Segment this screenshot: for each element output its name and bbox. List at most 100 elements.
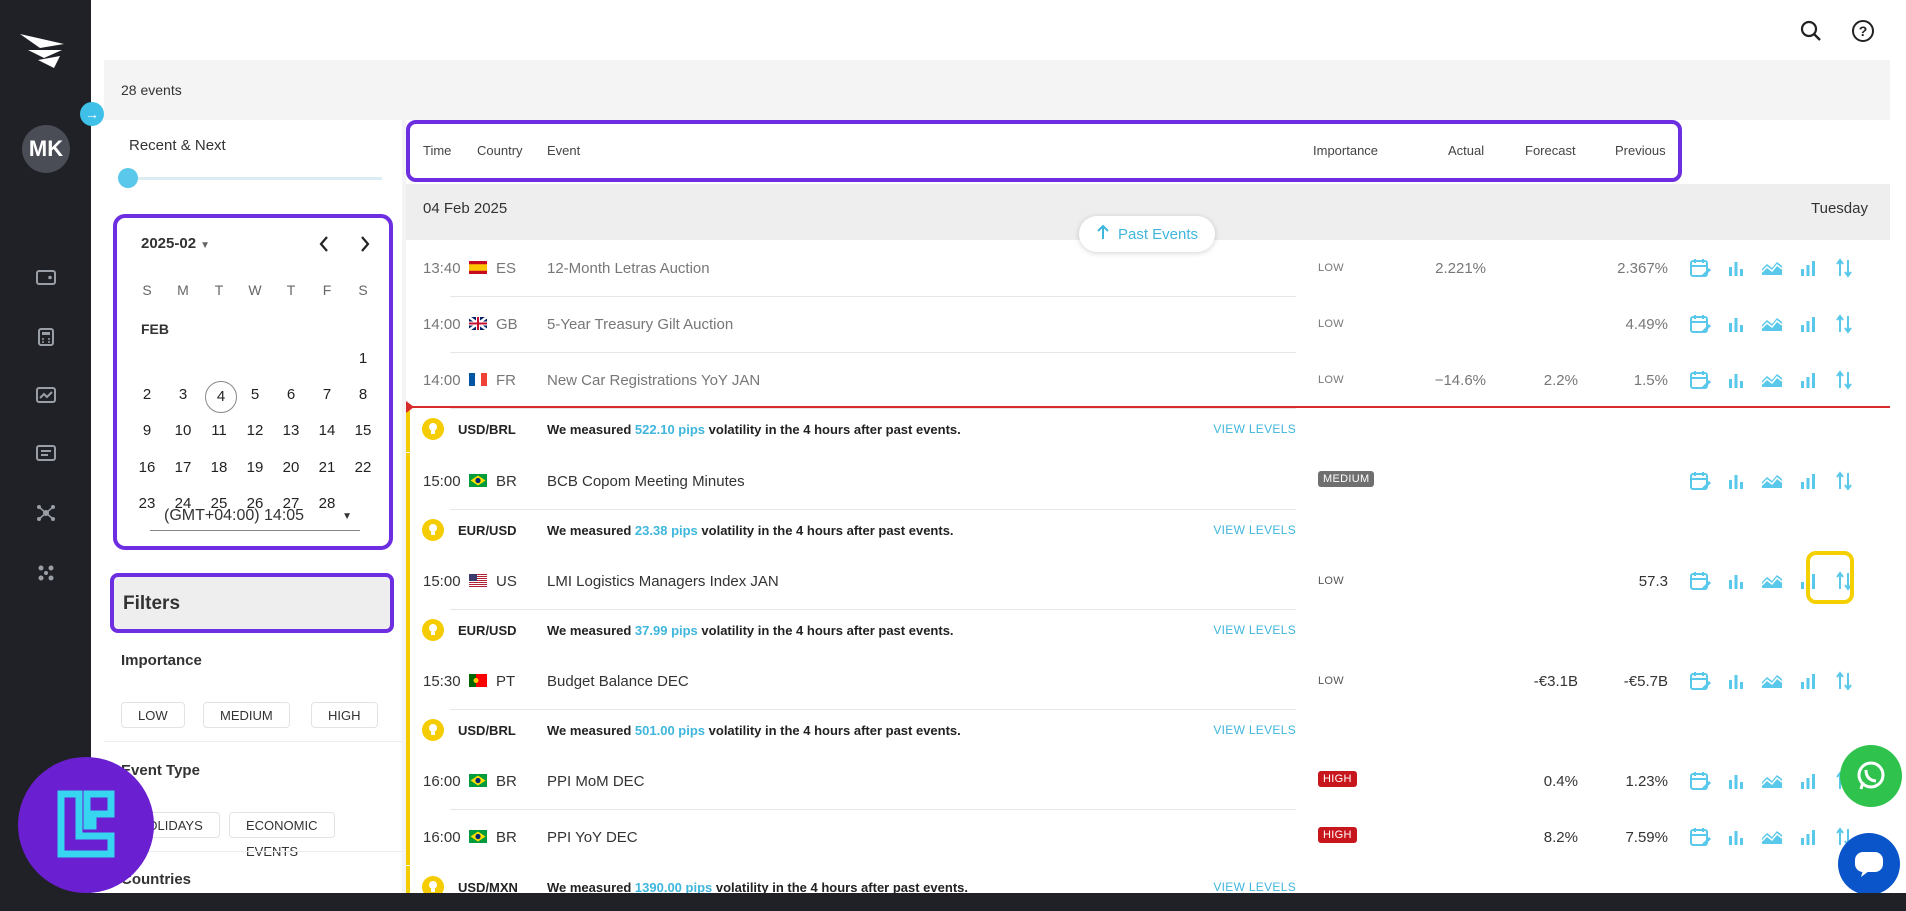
sort-arrows-icon[interactable] — [1830, 669, 1858, 693]
view-levels-link[interactable]: VIEW LEVELS — [1213, 422, 1296, 436]
selected-day[interactable]: 4 — [205, 381, 237, 414]
bar-chart-icon[interactable] — [1722, 769, 1750, 793]
search-icon[interactable] — [1798, 18, 1824, 44]
calendar-day[interactable]: 20 — [273, 459, 309, 476]
apps-icon[interactable] — [34, 561, 58, 585]
calculator-icon[interactable] — [34, 325, 58, 349]
calendar-edit-icon[interactable] — [1686, 312, 1714, 336]
event-name[interactable]: New Car Registrations YoY JAN — [547, 372, 760, 389]
bar-chart-icon[interactable] — [1722, 825, 1750, 849]
calendar-day[interactable]: 8 — [345, 386, 381, 403]
view-levels-link[interactable]: VIEW LEVELS — [1213, 523, 1296, 537]
area-chart-icon[interactable] — [1758, 368, 1786, 392]
calendar-day[interactable]: 17 — [165, 459, 201, 476]
histogram-icon[interactable] — [1794, 368, 1822, 392]
histogram-icon[interactable] — [1794, 669, 1822, 693]
expand-sidebar-button[interactable]: → — [80, 102, 104, 126]
event-name[interactable]: PPI MoM DEC — [547, 773, 645, 790]
histogram-icon[interactable] — [1794, 469, 1822, 493]
bar-chart-icon[interactable] — [1722, 569, 1750, 593]
area-chart-icon[interactable] — [1758, 569, 1786, 593]
bar-chart-icon[interactable] — [1722, 368, 1750, 392]
calendar-edit-icon[interactable] — [1686, 469, 1714, 493]
chart-card-icon[interactable] — [34, 383, 58, 407]
calendar-edit-icon[interactable] — [1686, 569, 1714, 593]
area-chart-icon[interactable] — [1758, 825, 1786, 849]
area-chart-icon[interactable] — [1758, 769, 1786, 793]
area-chart-icon[interactable] — [1758, 312, 1786, 336]
network-icon[interactable] — [34, 501, 58, 525]
header-previous[interactable]: Previous — [1615, 143, 1666, 158]
sort-arrows-icon[interactable] — [1830, 469, 1858, 493]
histogram-icon[interactable] — [1794, 256, 1822, 280]
calendar-day[interactable]: 2 — [129, 386, 165, 403]
message-icon[interactable] — [34, 441, 58, 465]
header-country[interactable]: Country — [477, 143, 523, 158]
header-event[interactable]: Event — [547, 143, 580, 158]
avatar[interactable]: MK — [22, 125, 70, 173]
sort-arrows-icon[interactable] — [1830, 312, 1858, 336]
table-row[interactable]: 16:00 BR PPI MoM DEC HIGH 0.4% 1.23% — [406, 753, 1890, 809]
calendar-day[interactable]: 18 — [201, 459, 237, 476]
bar-chart-icon[interactable] — [1722, 669, 1750, 693]
calendar-day[interactable]: 21 — [309, 459, 345, 476]
bar-chart-icon[interactable] — [1722, 469, 1750, 493]
bar-chart-icon[interactable] — [1722, 312, 1750, 336]
calendar-edit-icon[interactable] — [1686, 256, 1714, 280]
histogram-icon[interactable] — [1794, 769, 1822, 793]
calendar-day[interactable]: 6 — [273, 386, 309, 403]
chat-button[interactable] — [1838, 833, 1900, 895]
table-row[interactable]: 14:00 FR New Car Registrations YoY JAN LOW −… — [406, 352, 1890, 408]
economic-events-chip[interactable]: ECONOMIC EVENTS — [229, 812, 335, 859]
calendar-day[interactable]: 11 — [201, 422, 237, 439]
calendar-day[interactable]: 22 — [345, 459, 381, 476]
calendar-day[interactable]: 19 — [237, 459, 273, 476]
prev-month-button[interactable] — [318, 233, 330, 259]
calendar-edit-icon[interactable] — [1686, 669, 1714, 693]
past-events-button[interactable]: Past Events — [1079, 216, 1215, 252]
month-select[interactable]: 2025-02 ▼ — [141, 235, 210, 252]
calendar-day[interactable]: 3 — [165, 386, 201, 403]
view-levels-link[interactable]: VIEW LEVELS — [1213, 880, 1296, 894]
calendar-day[interactable]: 15 — [345, 422, 381, 439]
importance-high-chip[interactable]: HIGH — [311, 702, 378, 728]
event-name[interactable]: Budget Balance DEC — [547, 673, 689, 690]
header-forecast[interactable]: Forecast — [1525, 143, 1576, 158]
help-icon[interactable]: ? — [1850, 18, 1876, 44]
view-levels-link[interactable]: VIEW LEVELS — [1213, 623, 1296, 637]
calendar-day[interactable]: 16 — [129, 459, 165, 476]
importance-medium-chip[interactable]: MEDIUM — [203, 702, 290, 728]
calendar-day[interactable]: 1 — [345, 350, 381, 367]
calendar-day[interactable]: 5 — [237, 386, 273, 403]
timezone-select[interactable]: (GMT+04:00) 14:05 ▼ — [150, 507, 360, 531]
importance-low-chip[interactable]: LOW — [121, 702, 185, 728]
histogram-icon[interactable] — [1794, 312, 1822, 336]
wallet-icon[interactable] — [34, 265, 58, 289]
sort-arrows-icon[interactable] — [1830, 256, 1858, 280]
histogram-icon[interactable] — [1794, 825, 1822, 849]
calendar-day[interactable]: 10 — [165, 422, 201, 439]
sort-arrows-icon[interactable] — [1830, 368, 1858, 392]
calendar-edit-icon[interactable] — [1686, 368, 1714, 392]
calendar-edit-icon[interactable] — [1686, 825, 1714, 849]
view-levels-link[interactable]: VIEW LEVELS — [1213, 723, 1296, 737]
calendar-edit-icon[interactable] — [1686, 769, 1714, 793]
table-row[interactable]: 15:30 PT Budget Balance DEC LOW -€3.1B -€5.7B — [406, 653, 1890, 709]
calendar-day[interactable]: 14 — [309, 422, 345, 439]
bar-chart-icon[interactable] — [1722, 256, 1750, 280]
calendar-day[interactable]: 12 — [237, 422, 273, 439]
header-importance[interactable]: Importance — [1313, 143, 1378, 158]
event-name[interactable]: 12-Month Letras Auction — [547, 260, 710, 277]
whatsapp-button[interactable] — [1840, 745, 1902, 807]
event-name[interactable]: BCB Copom Meeting Minutes — [547, 473, 745, 490]
table-row[interactable]: 16:00 BR PPI YoY DEC HIGH 8.2% 7.59% — [406, 809, 1890, 865]
header-time[interactable]: Time — [423, 143, 451, 158]
next-month-button[interactable] — [359, 233, 371, 259]
area-chart-icon[interactable] — [1758, 469, 1786, 493]
calendar-day[interactable]: 9 — [129, 422, 165, 439]
brand-logo-icon[interactable] — [18, 30, 68, 72]
filters-header[interactable]: Filters — [110, 573, 394, 633]
calendar-day[interactable]: 7 — [309, 386, 345, 403]
table-row[interactable]: 15:00 US LMI Logistics Managers Index JAN L… — [406, 553, 1890, 609]
range-slider-track[interactable] — [128, 177, 382, 180]
